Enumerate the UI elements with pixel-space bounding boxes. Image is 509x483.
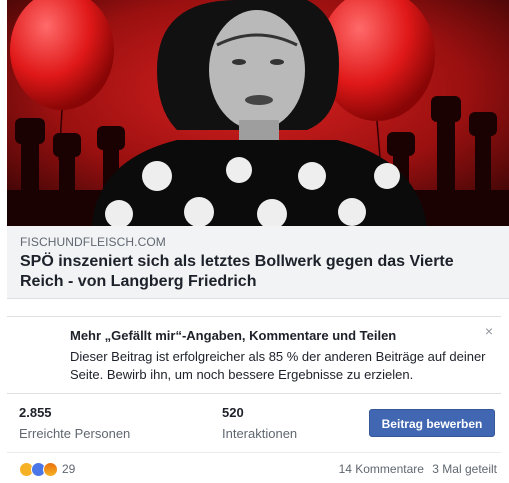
divider xyxy=(7,452,501,453)
reach-label: Erreichte Personen xyxy=(19,426,131,441)
angry-icon xyxy=(43,461,58,477)
interactions-value: 520 xyxy=(222,405,244,420)
engagement-summary: 14 Kommentare 3 Mal geteilt xyxy=(334,462,497,476)
boost-promo-box: Mehr „Gefällt mir“-Angaben, Kommentare u… xyxy=(7,316,501,394)
comments-link[interactable]: 14 Kommentare xyxy=(339,462,424,476)
reaction-count: 29 xyxy=(62,462,76,476)
shares-link[interactable]: 3 Mal geteilt xyxy=(432,462,497,476)
link-domain: FISCHUNDFLEISCH.COM xyxy=(20,235,166,249)
boost-post-button[interactable]: Beitrag bewerben xyxy=(369,409,495,437)
preview-illustration xyxy=(7,0,509,226)
promo-text: Dieser Beitrag ist erfolgreicher als 85 … xyxy=(70,349,486,382)
link-headline[interactable]: SPÖ inszeniert sich als letztes Bollwerk… xyxy=(20,252,490,292)
post-card: FISCHUNDFLEISCH.COM SPÖ inszeniert sich … xyxy=(0,0,509,483)
promo-title: Mehr „Gefällt mir“-Angaben, Kommentare u… xyxy=(70,328,397,343)
close-icon[interactable]: × xyxy=(483,324,495,338)
link-preview-image[interactable] xyxy=(7,0,509,226)
interactions-label: Interaktionen xyxy=(222,426,298,441)
link-preview-meta[interactable]: FISCHUNDFLEISCH.COM SPÖ inszeniert sich … xyxy=(7,226,509,299)
reach-value: 2.855 xyxy=(19,405,52,420)
reactions-summary[interactable]: 29 xyxy=(19,461,75,477)
